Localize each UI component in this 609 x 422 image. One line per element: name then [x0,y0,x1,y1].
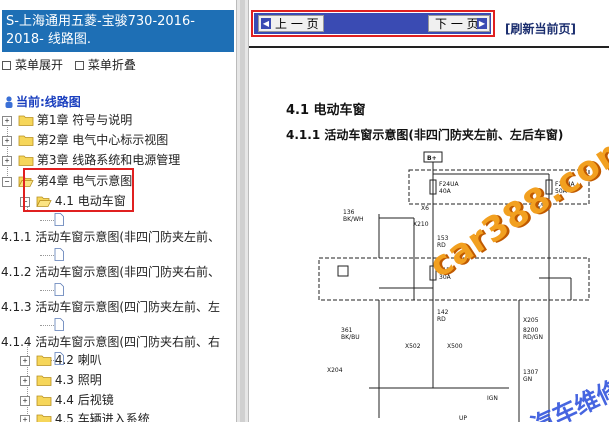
folder-icon [18,135,34,146]
tree-section-4-2[interactable]: + 4.2 喇叭 [20,351,102,369]
connector-x502: X502 [405,343,421,350]
content-pane: ◀ 上 一 页 下 一 页 ▶ [刷新当前页] 4.1 电动车窗 4.1.1 活… [249,0,609,422]
folder-icon [36,414,52,422]
tree-section-label: 4.2 喇叭 [54,353,102,367]
connector-x204: X204 [327,367,343,374]
tree-guide-line [40,220,54,221]
tree-section-4-3[interactable]: + 4.3 照明 [20,371,102,389]
highlight-box [23,168,134,212]
tree-section-4-5[interactable]: + 4.5 车辆进入系统 [20,410,150,422]
tree-document-label: 4.1.1 活动车窗示意图(非四门防夹左前、 [1,230,221,244]
collapse-icon [74,60,84,70]
tree-document-item[interactable]: 4.1.4 活动车窗示意图(四门防夹右前、右 [1,333,220,351]
tree-document-label: 4.1.2 活动车窗示意图(非四门防夹右前、 [1,265,221,279]
tree-document-label: 4.1.3 活动车窗示意图(四门防夹左前、左 [1,300,221,314]
folder-icon [36,395,52,406]
collapse-all-button[interactable]: 菜单折叠 [88,58,136,72]
tree-chapter-3[interactable]: + 第3章 线路系统和电源管理 [2,151,180,169]
folder-icon [36,355,52,366]
page-icon [54,213,64,226]
tree-guide-line [40,325,54,326]
connector-x6: X6 [421,205,429,212]
tree-document-item[interactable]: 4.1.2 活动车窗示意图(非四门防夹右前、 [1,263,220,281]
connector-x205: X205 [523,317,539,324]
wire-361-color: BK/BU [341,334,360,341]
tree-document-item[interactable]: 4.1.3 活动车窗示意图(四门防夹左前、左 [1,298,220,316]
expand-toggle-icon[interactable]: + [20,414,30,422]
expand-toggle-icon[interactable]: + [2,115,12,126]
expand-toggle-icon[interactable]: + [20,395,30,406]
wire-136: 136 [343,209,355,216]
tree-chapter-label: 第1章 符号与说明 [36,113,133,127]
highlight-box [251,10,495,37]
folder-icon [36,375,52,386]
refresh-page-link[interactable]: [刷新当前页] [505,20,576,37]
page-toolbar: ◀ 上 一 页 下 一 页 ▶ [刷新当前页] [249,0,609,48]
wire-8200-color: RD/GN [523,334,543,341]
page-icon [54,283,64,296]
document-view: 4.1 电动车窗 4.1.1 活动车窗示意图(非四门防夹左前、左后车窗) B+ … [249,48,609,422]
collapse-toggle-icon[interactable]: − [2,176,12,187]
expand-toggle-icon[interactable]: + [2,135,12,146]
wire-136-color: BK/WH [343,216,364,223]
page-icon [54,248,64,261]
subsection-title: 4.1.1 活动车窗示意图(非四门防夹左前、左后车窗) [286,128,564,142]
tree-section-label: 4.5 车辆进入系统 [54,412,150,422]
battery-label: B+ [427,155,437,162]
tree-guide-line [40,290,54,291]
fuse1-name: F24UA [439,181,459,188]
wire-361: 361 [341,327,353,334]
tree-section-label: 4.4 后视镜 [54,393,114,407]
relay-coil [337,265,349,277]
wire-1307-color: GN [523,376,532,383]
connector-x500: X500 [447,343,463,350]
current-location: 当前:线路图 [4,93,81,110]
tree-guide-line [40,255,54,256]
expand-all-button[interactable]: 菜单展开 [15,58,63,72]
section-title: 4.1 电动车窗 [286,103,366,118]
expand-icon [2,60,11,70]
folder-icon [18,115,34,126]
current-location-label: 当前:线路图 [16,95,81,109]
pane-splitter[interactable] [236,0,249,422]
tree-section-label: 4.3 照明 [54,373,102,387]
tree-section-4-4[interactable]: + 4.4 后视镜 [20,391,114,409]
connector-x210: X210 [413,221,429,228]
ign-label: IGN [487,395,498,402]
up-label: UP [459,415,467,422]
navigation-tree-pane: S-上海通用五菱-宝骏730-2016-2018- 线路图. 菜单展开 菜单折叠… [0,0,236,422]
wire-1307: 1307 [523,369,538,376]
manual-title: S-上海通用五菱-宝骏730-2016-2018- 线路图. [2,10,234,52]
wire-142-color: RD [437,316,446,323]
wire-8200: 8200 [523,327,538,334]
expand-toggle-icon[interactable]: + [2,155,12,166]
tree-chapter-2[interactable]: + 第2章 电气中心标示视图 [2,131,168,149]
fuse1-rating: 40A [439,188,452,195]
folder-icon [18,155,34,166]
splitter-grip[interactable] [240,0,245,422]
tree-chapter-label: 第3章 线路系统和电源管理 [36,153,181,167]
menu-controls: 菜单展开 菜单折叠 [2,56,136,74]
expand-toggle-icon[interactable]: + [20,355,30,366]
tree-document-label: 4.1.4 活动车窗示意图(四门防夹右前、右 [1,335,221,349]
expand-toggle-icon[interactable]: + [20,375,30,386]
page-icon [54,318,64,331]
tree-chapter-1[interactable]: + 第1章 符号与说明 [2,111,132,129]
wire-142: 142 [437,309,449,316]
user-icon [5,96,13,108]
tree-document-item[interactable]: 4.1.1 活动车窗示意图(非四门防夹左前、 [1,228,220,246]
tree-chapter-label: 第2章 电气中心标示视图 [36,133,169,147]
